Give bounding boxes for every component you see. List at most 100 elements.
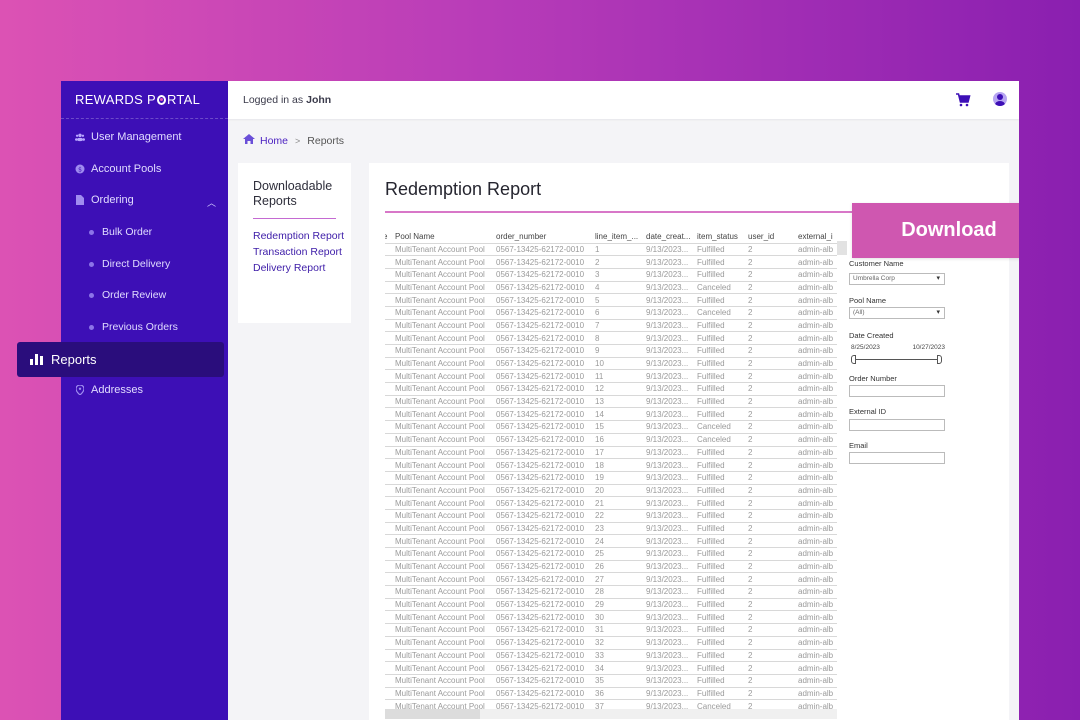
- cell-user-id: 2: [745, 318, 795, 332]
- table-row[interactable]: MultiTenant Account Pool 0567-13425-62172…: [385, 356, 837, 370]
- cell-item-status: Fulfilled: [694, 597, 745, 611]
- chevron-up-icon[interactable]: ︿: [207, 196, 216, 209]
- table-row[interactable]: MultiTenant Account Pool 0567-13425-62172…: [385, 242, 837, 256]
- table-row[interactable]: MultiTenant Account Pool 0567-13425-62172…: [385, 382, 837, 396]
- table-row[interactable]: MultiTenant Account Pool 0567-13425-62172…: [385, 661, 837, 675]
- table-row[interactable]: MultiTenant Account Pool 0567-13425-62172…: [385, 458, 837, 472]
- sidebar-item-reports[interactable]: Reports: [17, 342, 224, 377]
- customer-name-select[interactable]: Umbrella Corp: [849, 273, 945, 285]
- breadcrumb-home-link[interactable]: Home: [260, 135, 288, 147]
- sidebar-item-addresses[interactable]: Addresses: [75, 384, 143, 396]
- column-header-user-id[interactable]: user_id: [745, 231, 795, 243]
- user-avatar-icon[interactable]: [993, 92, 1007, 106]
- table-row[interactable]: MultiTenant Account Pool 0567-13425-62172…: [385, 559, 837, 573]
- download-button[interactable]: Download: [852, 203, 1019, 258]
- cell-item-status: Fulfilled: [694, 572, 745, 586]
- sidebar-subitem-previous-orders[interactable]: Previous Orders: [89, 321, 178, 333]
- cell-external-id: admin-alb: [795, 407, 837, 421]
- cell-date-created: 9/13/2023...: [643, 344, 694, 358]
- pool-name-select[interactable]: (All): [849, 307, 945, 319]
- cell-line-item: 34: [592, 661, 643, 675]
- cell-external-id: admin-alb: [795, 648, 837, 662]
- cell-external-id: admin-alb: [795, 534, 837, 548]
- table-row[interactable]: MultiTenant Account Pool 0567-13425-62172…: [385, 445, 837, 459]
- external-id-input[interactable]: [849, 419, 945, 431]
- delivery-report-link[interactable]: Delivery Report: [253, 261, 348, 276]
- column-header-item-status[interactable]: item_status: [694, 231, 745, 243]
- transaction-report-link[interactable]: Transaction Report: [253, 245, 348, 260]
- table-row[interactable]: MultiTenant Account Pool 0567-13425-62172…: [385, 547, 837, 561]
- sidebar-subitem-order-review[interactable]: Order Review: [89, 289, 166, 301]
- table-row[interactable]: MultiTenant Account Pool 0567-13425-62172…: [385, 432, 837, 446]
- logo-text-end: RTAL: [166, 92, 201, 107]
- cell-item-status: Fulfilled: [694, 661, 745, 675]
- cell-pool-name: MultiTenant Account Pool: [392, 559, 493, 573]
- table-row[interactable]: MultiTenant Account Pool 0567-13425-62172…: [385, 699, 837, 709]
- cell-pool-name: MultiTenant Account Pool: [392, 293, 493, 307]
- column-header-pool-name[interactable]: Pool Name: [392, 231, 493, 243]
- table-row[interactable]: MultiTenant Account Pool 0567-13425-62172…: [385, 344, 837, 358]
- home-icon[interactable]: [243, 134, 255, 147]
- table-row[interactable]: MultiTenant Account Pool 0567-13425-62172…: [385, 280, 837, 294]
- table-row[interactable]: MultiTenant Account Pool 0567-13425-62172…: [385, 420, 837, 434]
- date-end-handle[interactable]: [937, 355, 942, 364]
- table-row[interactable]: MultiTenant Account Pool 0567-13425-62172…: [385, 267, 837, 282]
- table-row[interactable]: MultiTenant Account Pool 0567-13425-62172…: [385, 293, 837, 307]
- horizontal-scrollbar-thumb[interactable]: [385, 709, 480, 719]
- table-row[interactable]: MultiTenant Account Pool 0567-13425-62172…: [385, 635, 837, 649]
- sidebar-item-ordering[interactable]: Ordering: [75, 194, 134, 206]
- table-row[interactable]: MultiTenant Account Pool 0567-13425-62172…: [385, 673, 837, 688]
- cell-item-status: Fulfilled: [694, 496, 745, 510]
- map-pin-icon: [75, 385, 85, 395]
- column-header-date-created[interactable]: date_creat...: [643, 231, 694, 243]
- redemption-report-link[interactable]: Redemption Report: [253, 229, 348, 244]
- table-row[interactable]: MultiTenant Account Pool 0567-13425-62172…: [385, 331, 837, 345]
- order-number-input[interactable]: [849, 385, 945, 397]
- sidebar-subitem-bulk-order[interactable]: Bulk Order: [89, 226, 152, 238]
- column-header[interactable]: e: [385, 231, 392, 243]
- report-table-container[interactable]: e Pool Name order_number line_item_... d…: [385, 231, 837, 709]
- cell-external-id: admin-alb: [795, 331, 837, 345]
- table-row[interactable]: MultiTenant Account Pool 0567-13425-62172…: [385, 597, 837, 611]
- cell-order-number: 0567-13425-62172-0010: [493, 420, 592, 434]
- table-row[interactable]: MultiTenant Account Pool 0567-13425-62172…: [385, 394, 837, 408]
- cell-external-id: admin-alb: [795, 318, 837, 332]
- table-row[interactable]: MultiTenant Account Pool 0567-13425-62172…: [385, 534, 837, 548]
- table-row[interactable]: MultiTenant Account Pool 0567-13425-62172…: [385, 508, 837, 523]
- table-row[interactable]: MultiTenant Account Pool 0567-13425-62172…: [385, 470, 837, 485]
- date-start-handle[interactable]: [851, 355, 856, 364]
- table-row[interactable]: MultiTenant Account Pool 0567-13425-62172…: [385, 572, 837, 586]
- cell-date-created: 9/13/2023...: [643, 534, 694, 548]
- sidebar-item-account-pools[interactable]: $ Account Pools: [75, 163, 161, 175]
- table-row[interactable]: MultiTenant Account Pool 0567-13425-62172…: [385, 255, 837, 269]
- table-row[interactable]: MultiTenant Account Pool 0567-13425-62172…: [385, 483, 837, 497]
- table-row[interactable]: MultiTenant Account Pool 0567-13425-62172…: [385, 407, 837, 421]
- cell-date-created: 9/13/2023...: [643, 572, 694, 586]
- column-header-line-item[interactable]: line_item_...: [592, 231, 643, 243]
- column-header-external-id[interactable]: external_i: [795, 231, 837, 243]
- table-row[interactable]: MultiTenant Account Pool 0567-13425-62172…: [385, 305, 837, 320]
- cell-order-number: 0567-13425-62172-0010: [493, 673, 592, 688]
- table-row[interactable]: MultiTenant Account Pool 0567-13425-62172…: [385, 623, 837, 637]
- column-header-order-number[interactable]: order_number: [493, 231, 592, 243]
- cell-item-status: Fulfilled: [694, 673, 745, 688]
- email-input[interactable]: [849, 452, 945, 464]
- cell-line-item: 35: [592, 673, 643, 688]
- table-row[interactable]: MultiTenant Account Pool 0567-13425-62172…: [385, 610, 837, 624]
- table-row[interactable]: MultiTenant Account Pool 0567-13425-62172…: [385, 648, 837, 662]
- cell-order-number: 0567-13425-62172-0010: [493, 356, 592, 370]
- table-row[interactable]: MultiTenant Account Pool 0567-13425-62172…: [385, 521, 837, 535]
- table-row[interactable]: MultiTenant Account Pool 0567-13425-62172…: [385, 585, 837, 599]
- cell-order-number: 0567-13425-62172-0010: [493, 534, 592, 548]
- date-range-slider[interactable]: [852, 359, 941, 360]
- table-row[interactable]: MultiTenant Account Pool 0567-13425-62172…: [385, 318, 837, 332]
- cell-user-id: 2: [745, 407, 795, 421]
- sidebar-item-user-management[interactable]: User Management: [75, 131, 182, 143]
- cart-icon[interactable]: [955, 92, 971, 108]
- table-row[interactable]: MultiTenant Account Pool 0567-13425-62172…: [385, 686, 837, 700]
- vertical-scrollbar-thumb[interactable]: [837, 241, 847, 255]
- table-row[interactable]: MultiTenant Account Pool 0567-13425-62172…: [385, 369, 837, 383]
- sidebar-subitem-direct-delivery[interactable]: Direct Delivery: [89, 258, 170, 270]
- cell-user-id: 2: [745, 521, 795, 535]
- table-row[interactable]: MultiTenant Account Pool 0567-13425-62172…: [385, 496, 837, 510]
